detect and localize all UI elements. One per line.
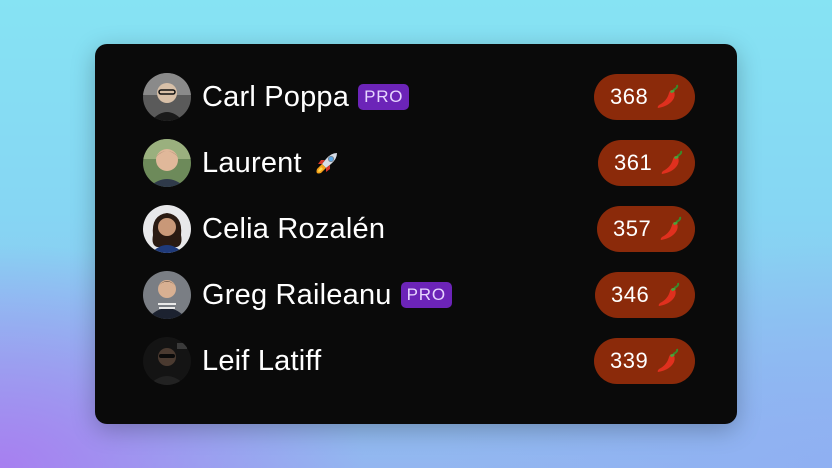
user-name: Carl Poppa — [202, 80, 350, 113]
score-pill: 357 — [597, 206, 695, 252]
avatar — [143, 271, 191, 319]
chili-pepper-icon — [660, 216, 682, 240]
rocket-icon — [316, 153, 337, 174]
leaderboard-row[interactable]: Greg Raileanu PRO 346 — [143, 270, 695, 320]
user-name: Leif Latiff — [202, 344, 322, 377]
score-value: 361 — [614, 150, 653, 175]
chili-pepper-icon — [657, 348, 679, 372]
leaderboard-row[interactable]: Leif Latiff 339 — [143, 336, 695, 386]
chili-pepper-icon — [661, 150, 683, 174]
score-pill: 346 — [595, 272, 695, 318]
user-name: Celia Rozalén — [202, 212, 386, 245]
avatar — [143, 337, 191, 385]
chili-pepper-icon — [658, 282, 680, 306]
leaderboard-card: Carl Poppa PRO 368 Laurent 361 Celia Roz… — [95, 44, 737, 424]
score-value: 339 — [610, 348, 649, 373]
score-value: 368 — [610, 84, 649, 109]
pro-badge: PRO — [400, 282, 452, 308]
leaderboard-row[interactable]: Celia Rozalén 357 — [143, 204, 695, 254]
score-pill: 339 — [594, 338, 695, 384]
leaderboard-row[interactable]: Laurent 361 — [143, 138, 695, 188]
leaderboard-row[interactable]: Carl Poppa PRO 368 — [143, 72, 695, 122]
user-name: Greg Raileanu — [202, 278, 392, 311]
avatar — [143, 73, 191, 121]
chili-pepper-icon — [657, 84, 679, 108]
avatar — [143, 139, 191, 187]
score-value: 357 — [613, 216, 652, 241]
avatar — [143, 205, 191, 253]
user-name: Laurent — [202, 146, 302, 179]
score-value: 346 — [611, 282, 650, 307]
pro-badge: PRO — [358, 84, 410, 110]
score-pill: 368 — [594, 74, 695, 120]
score-pill: 361 — [598, 140, 695, 186]
